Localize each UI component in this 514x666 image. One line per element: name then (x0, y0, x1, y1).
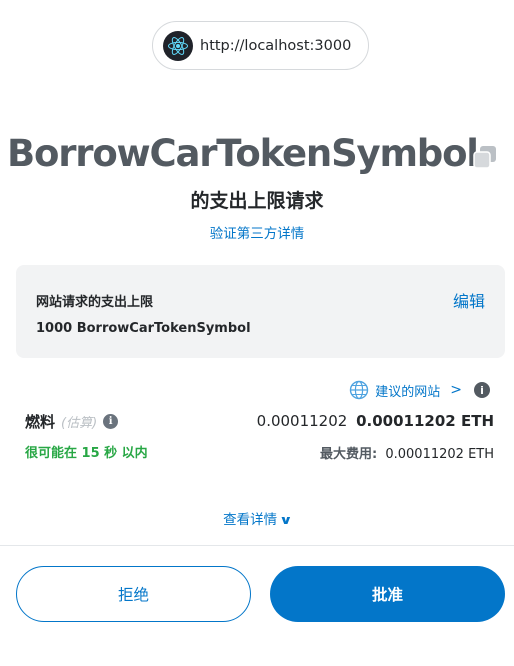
suggested-site-row: 建议的网站 > i (349, 379, 490, 401)
token-symbol-title: BorrowCarTokenSymbol (7, 132, 479, 175)
gas-label: 燃料 (25, 413, 56, 431)
spending-cap-value: 1000 BorrowCarTokenSymbol (36, 321, 251, 336)
spending-cap-panel: 网站请求的支出上限 1000 BorrowCarTokenSymbol 编辑 (16, 265, 505, 358)
site-origin-url: http://localhost:3000 (200, 37, 352, 54)
max-fee-value: 0.00011202 ETH (385, 447, 494, 462)
spending-cap-label: 网站请求的支出上限 (36, 295, 154, 310)
chevron-down-icon: ∨ (279, 513, 293, 527)
gas-fiat-value: 0.00011202 (256, 412, 348, 430)
chevron-right-icon[interactable]: > (450, 382, 462, 398)
view-details-link[interactable]: 查看详情 ∨ (0, 508, 514, 528)
gas-max-fee: 最大费用: 0.00011202 ETH (320, 443, 494, 462)
gas-values: 0.00011202 0.00011202 ETH (257, 412, 494, 430)
react-logo-icon (163, 30, 193, 61)
spending-cap-request-page: http://localhost:3000 BorrowCarTokenSymb… (0, 0, 514, 666)
info-icon[interactable]: i (474, 382, 490, 398)
gas-label-row: 燃料 (估算) i (25, 411, 119, 432)
gas-eth-value: 0.00011202 ETH (356, 412, 494, 430)
gas-info-icon[interactable]: i (103, 414, 119, 429)
reject-button[interactable]: 拒绝 (16, 566, 251, 622)
request-subtitle: 的支出上限请求 (190, 190, 324, 212)
footer-divider (0, 545, 514, 546)
globe-icon (349, 380, 369, 400)
site-origin-pill: http://localhost:3000 (152, 21, 369, 70)
gas-time-estimate: 很可能在 15 秒 以内 (25, 446, 148, 461)
token-title-row: BorrowCarTokenSymbol (0, 132, 514, 188)
edit-spending-cap-button[interactable]: 编辑 (453, 288, 485, 312)
suggested-site-link[interactable]: 建议的网站 (375, 381, 440, 400)
approve-button[interactable]: 批准 (270, 566, 505, 622)
copy-icon[interactable] (472, 144, 498, 172)
gas-estimate-tag: (估算) (61, 416, 98, 431)
verify-third-party-link[interactable]: 验证第三方详情 (0, 222, 514, 242)
max-fee-label: 最大费用: (320, 447, 378, 462)
view-details-label: 查看详情 (223, 512, 278, 528)
